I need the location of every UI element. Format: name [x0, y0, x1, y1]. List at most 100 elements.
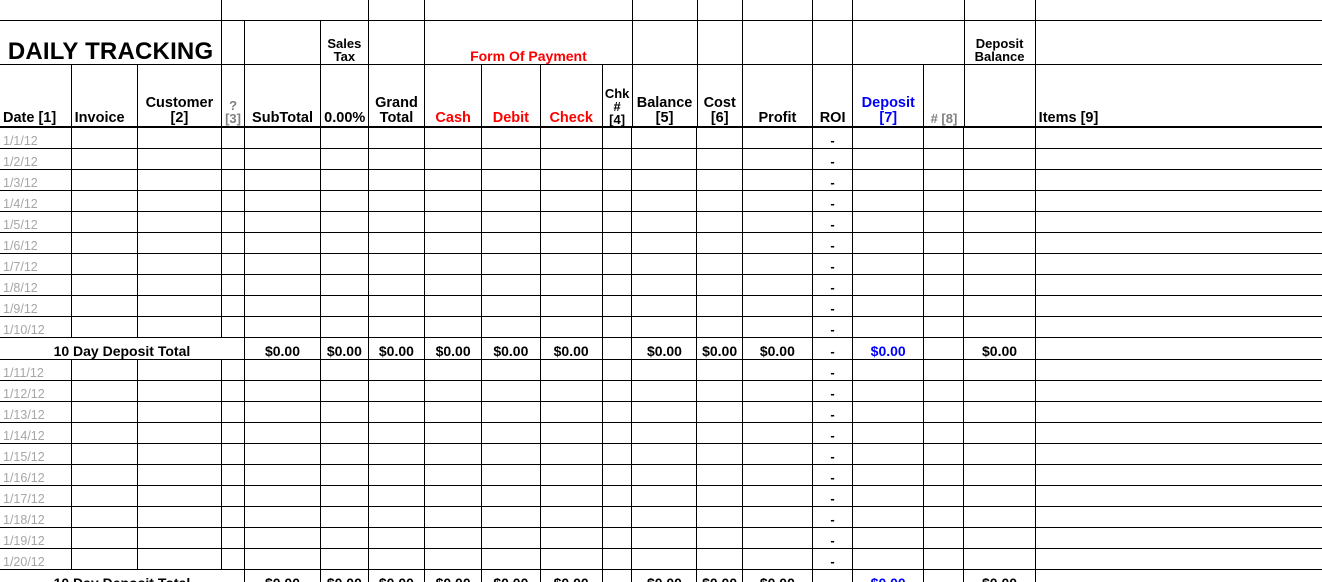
cell-date[interactable]: 1/14/12 — [0, 422, 72, 444]
cell-cash[interactable] — [424, 443, 482, 465]
cell-cost[interactable] — [696, 148, 743, 170]
cell-items[interactable] — [1034, 422, 1322, 444]
cell-customer[interactable] — [136, 274, 223, 296]
cell-deposit-number[interactable] — [923, 443, 965, 465]
cell-date[interactable]: 1/16/12 — [0, 464, 72, 486]
cell-check[interactable] — [539, 401, 603, 423]
cell-date[interactable]: 1/6/12 — [0, 232, 72, 254]
cell-grand-total[interactable] — [367, 295, 426, 317]
cell-flag[interactable] — [221, 232, 245, 254]
cell-chk-number[interactable] — [601, 548, 633, 570]
cell-deposit[interactable] — [852, 295, 925, 317]
cell-check[interactable] — [539, 380, 603, 402]
cell-flag[interactable] — [221, 464, 245, 486]
cell-deposit[interactable] — [852, 464, 925, 486]
cell-grand-total[interactable] — [367, 506, 426, 528]
cell-deposit-number[interactable] — [923, 148, 965, 170]
cell-flag[interactable] — [221, 359, 245, 381]
cell-debit[interactable] — [480, 253, 541, 275]
cell-date[interactable]: 1/20/12 — [0, 548, 72, 570]
cell-debit[interactable] — [480, 359, 541, 381]
cell-deposit[interactable] — [852, 274, 925, 296]
cell-customer[interactable] — [136, 169, 223, 191]
cell-check[interactable] — [539, 190, 603, 212]
cell-invoice[interactable] — [70, 127, 138, 149]
cell-deposit[interactable] — [852, 190, 925, 212]
cell-deposit-number[interactable] — [923, 548, 965, 570]
cell-chk-number[interactable] — [601, 316, 633, 338]
cell-deposit-number[interactable] — [923, 359, 965, 381]
cell-deposit[interactable] — [852, 548, 925, 570]
cell-cost[interactable] — [696, 253, 743, 275]
cell-grand-total[interactable] — [367, 422, 426, 444]
cell-flag[interactable] — [221, 401, 245, 423]
cell-date[interactable]: 1/15/12 — [0, 443, 72, 465]
cell-deposit[interactable] — [852, 401, 925, 423]
cell-chk-number[interactable] — [601, 190, 633, 212]
cell-grand-total[interactable] — [367, 148, 426, 170]
cell-deposit-number[interactable] — [923, 127, 965, 149]
cell-cash[interactable] — [424, 359, 482, 381]
cell-deposit[interactable] — [852, 359, 925, 381]
cell-check[interactable] — [539, 316, 603, 338]
cell-deposit[interactable] — [852, 380, 925, 402]
cell-invoice[interactable] — [70, 274, 138, 296]
cell-invoice[interactable] — [70, 359, 138, 381]
cell-debit[interactable] — [480, 485, 541, 507]
cell-items[interactable] — [1034, 401, 1322, 423]
cell-debit[interactable] — [480, 274, 541, 296]
cell-deposit-number[interactable] — [923, 169, 965, 191]
cell-items[interactable] — [1034, 380, 1322, 402]
cell-invoice[interactable] — [70, 527, 138, 549]
cell-cash[interactable] — [424, 127, 482, 149]
cell-cost[interactable] — [696, 295, 743, 317]
cell-chk-number[interactable] — [601, 148, 633, 170]
cell-date[interactable]: 1/18/12 — [0, 506, 72, 528]
cell-deposit-number[interactable] — [923, 253, 965, 275]
cell-debit[interactable] — [480, 232, 541, 254]
cell-deposit[interactable] — [852, 232, 925, 254]
cell-cost[interactable] — [696, 274, 743, 296]
cell-cost[interactable] — [696, 506, 743, 528]
cell-flag[interactable] — [221, 211, 245, 233]
cell-items[interactable] — [1034, 506, 1322, 528]
cell-flag[interactable] — [221, 274, 245, 296]
cell-date[interactable]: 1/10/12 — [0, 316, 72, 338]
cell-debit[interactable] — [480, 380, 541, 402]
cell-debit[interactable] — [480, 190, 541, 212]
cell-items[interactable] — [1034, 485, 1322, 507]
cell-chk-number[interactable] — [601, 274, 633, 296]
cell-cost[interactable] — [696, 548, 743, 570]
cell-invoice[interactable] — [70, 485, 138, 507]
cell-chk-number[interactable] — [601, 527, 633, 549]
cell-invoice[interactable] — [70, 548, 138, 570]
cell-deposit-number[interactable] — [923, 316, 965, 338]
cell-cash[interactable] — [424, 253, 482, 275]
cell-items[interactable] — [1034, 359, 1322, 381]
cell-grand-total[interactable] — [367, 316, 426, 338]
cell-chk-number[interactable] — [601, 380, 633, 402]
cell-grand-total[interactable] — [367, 169, 426, 191]
cell-customer[interactable] — [136, 190, 223, 212]
cell-chk-number[interactable] — [601, 506, 633, 528]
cell-flag[interactable] — [221, 443, 245, 465]
cell-date[interactable]: 1/12/12 — [0, 380, 72, 402]
cell-chk-number[interactable] — [601, 359, 633, 381]
cell-grand-total[interactable] — [367, 527, 426, 549]
cell-date[interactable]: 1/3/12 — [0, 169, 72, 191]
cell-items[interactable] — [1034, 464, 1322, 486]
cell-invoice[interactable] — [70, 443, 138, 465]
cell-items[interactable] — [1034, 169, 1322, 191]
cell-check[interactable] — [539, 253, 603, 275]
cell-items[interactable] — [1034, 527, 1322, 549]
cell-invoice[interactable] — [70, 316, 138, 338]
cell-grand-total[interactable] — [367, 127, 426, 149]
cell-cost[interactable] — [696, 380, 743, 402]
cell-date[interactable]: 1/9/12 — [0, 295, 72, 317]
cell-cash[interactable] — [424, 211, 482, 233]
cell-grand-total[interactable] — [367, 548, 426, 570]
cell-customer[interactable] — [136, 506, 223, 528]
cell-cash[interactable] — [424, 380, 482, 402]
cell-debit[interactable] — [480, 316, 541, 338]
cell-debit[interactable] — [480, 401, 541, 423]
